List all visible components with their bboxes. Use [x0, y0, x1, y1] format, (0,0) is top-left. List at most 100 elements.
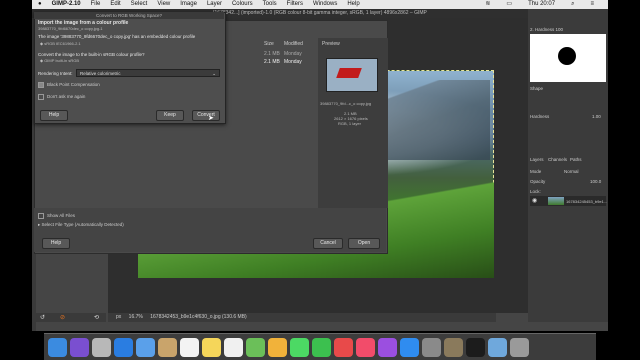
intent-value: Relative colorimetric [80, 71, 121, 76]
convert-question: Convert the image to the built-in sRGB c… [38, 52, 145, 57]
shape-label: Shape [530, 86, 544, 91]
tab-channels[interactable]: Channels [548, 157, 567, 162]
select-file-type-expander[interactable]: ▸ Select File Type (Automatically Detect… [38, 222, 124, 228]
menu-colours[interactable]: Colours [232, 0, 253, 9]
opacity-value[interactable]: 100.0 [590, 179, 601, 184]
finder-icon[interactable] [48, 337, 67, 357]
layer-thumbnail [548, 197, 564, 205]
menu-image[interactable]: Image [180, 0, 197, 9]
layer-name[interactable]: 167834245453_b9e1... [566, 199, 607, 204]
keep-button[interactable]: Keep [156, 110, 184, 121]
row-modified: Monday [284, 59, 302, 65]
news-icon[interactable] [334, 337, 353, 357]
gimp-icon[interactable] [444, 337, 463, 357]
select-file-type-label: Select File Type (Automatically Detected… [41, 222, 124, 227]
preview-filename: 39883770_9fd...c_o copy.jpg [320, 101, 372, 106]
tab-paths[interactable]: Paths [570, 157, 582, 162]
profile-text: sRGB IEC61966-2.1 [44, 41, 81, 46]
battery-icon[interactable]: ▭ [506, 0, 512, 9]
music-icon[interactable] [356, 337, 375, 357]
delete-icon[interactable]: ⊘ [60, 314, 65, 321]
row-size: 2.1 MB [264, 59, 280, 65]
calendar-icon[interactable] [180, 337, 199, 357]
lock-label: Lock: [530, 189, 541, 194]
cancel-button[interactable]: Cancel [313, 238, 343, 249]
mac-menubar: ● GIMP-2.10 File Edit Select View Image … [32, 0, 608, 9]
profile-name: ◆ sRGB IEC61966-2.1 [40, 41, 81, 46]
menu-tools[interactable]: Tools [263, 0, 277, 9]
hardness-value[interactable]: 1.00 [592, 114, 601, 119]
convert-button[interactable]: Convert [192, 110, 220, 121]
mode-label: Mode [530, 169, 542, 174]
messages-icon[interactable] [290, 337, 309, 357]
mouse-cursor-icon: ➤ [208, 115, 214, 122]
reminders-icon[interactable] [224, 337, 243, 357]
contacts-icon[interactable] [158, 337, 177, 357]
trash-icon[interactable] [510, 337, 529, 357]
photos-icon[interactable] [268, 337, 287, 357]
rendering-intent-select[interactable]: Relative colorimetric ⌄ [76, 69, 220, 77]
row-size: 2.1 MB [264, 51, 280, 57]
menu-help[interactable]: Help [347, 0, 359, 9]
builtin-profile: ◆ GIMP built-in sRGB [40, 58, 80, 63]
quicktime-icon[interactable] [466, 337, 485, 357]
reset-icon[interactable]: ↺ [40, 314, 45, 321]
appstore-icon[interactable] [400, 337, 419, 357]
spotlight-icon[interactable]: ⌕ [571, 0, 574, 9]
siri-icon[interactable] [70, 337, 89, 357]
menu-layer[interactable]: Layer [207, 0, 222, 9]
launchpad-icon[interactable] [92, 337, 111, 357]
zoom-select[interactable]: 16.7% [129, 314, 143, 320]
visibility-eye-icon[interactable]: ◉ [532, 197, 540, 205]
chevron-down-icon: ⌄ [212, 71, 216, 76]
convert-help-button[interactable]: Help [40, 110, 68, 121]
preview-mode: RGB, 1 layer [338, 121, 361, 126]
podcasts-icon[interactable] [378, 337, 397, 357]
apple-icon[interactable]: ● [38, 0, 42, 9]
safari-icon[interactable] [114, 337, 133, 357]
column-modified[interactable]: Modified [284, 41, 303, 47]
open-help-button[interactable]: Help [42, 238, 70, 249]
show-all-files-label: Show All Files [47, 213, 76, 219]
column-size[interactable]: Size [264, 41, 274, 47]
black-point-checkbox[interactable]: Black Point Compensation [38, 82, 100, 88]
mode-select[interactable]: Normal [564, 169, 579, 174]
airplane-image [336, 68, 362, 78]
menu-app[interactable]: GIMP-2.10 [52, 0, 81, 9]
black-point-label: Black Point Compensation [47, 82, 100, 88]
menu-file[interactable]: File [91, 0, 101, 9]
preferences-icon[interactable] [422, 337, 441, 357]
unit-select[interactable]: px [116, 314, 121, 320]
tab-layers[interactable]: Layers [530, 157, 544, 162]
tool-options-bar: ↺ ⊘ ⟲ [36, 313, 106, 322]
dont-ask-label: Don't ask me again [47, 94, 86, 100]
convert-message: The image '39883770_9fd6670dec_o copy.jp… [38, 34, 196, 39]
builtin-text: GIMP built-in sRGB [44, 58, 80, 63]
menu-select[interactable]: Select [131, 0, 148, 9]
wifi-icon[interactable]: ≋ [485, 0, 490, 9]
notification-icon[interactable]: ≡ [590, 0, 594, 9]
dont-ask-checkbox[interactable]: Don't ask me again [38, 94, 85, 100]
menu-filters[interactable]: Filters [287, 0, 303, 9]
convert-subheading: 39883770_9fd6670dec_o copy.jpg-1 [38, 26, 103, 31]
menu-edit[interactable]: Edit [110, 0, 120, 9]
convert-dialog-title: Convert to RGB Working Space? [34, 12, 224, 19]
maps-icon[interactable] [246, 337, 265, 357]
preview-label: Preview [322, 41, 340, 47]
intent-label: Rendering Intent: [38, 71, 73, 76]
row-modified: Monday [284, 51, 302, 57]
brush-shape-icon [558, 47, 576, 65]
show-all-files-checkbox[interactable]: Show All Files [38, 213, 75, 219]
status-info: 1678342453_b9e1c4f630_o.jpg (130.6 MB) [150, 314, 247, 320]
menu-view[interactable]: View [157, 0, 170, 9]
notes-icon[interactable] [202, 337, 221, 357]
clock[interactable]: Thu 20:07 [528, 0, 555, 9]
facetime-icon[interactable] [312, 337, 331, 357]
restore-icon[interactable]: ⟲ [94, 314, 99, 321]
macos-dock [44, 333, 596, 360]
open-button[interactable]: Open [348, 238, 380, 249]
mail-icon[interactable] [136, 337, 155, 357]
status-bar: px 16.7% 1678342453_b9e1c4f630_o.jpg (13… [108, 313, 496, 322]
folder-icon[interactable] [488, 337, 507, 357]
menu-windows[interactable]: Windows [313, 0, 337, 9]
